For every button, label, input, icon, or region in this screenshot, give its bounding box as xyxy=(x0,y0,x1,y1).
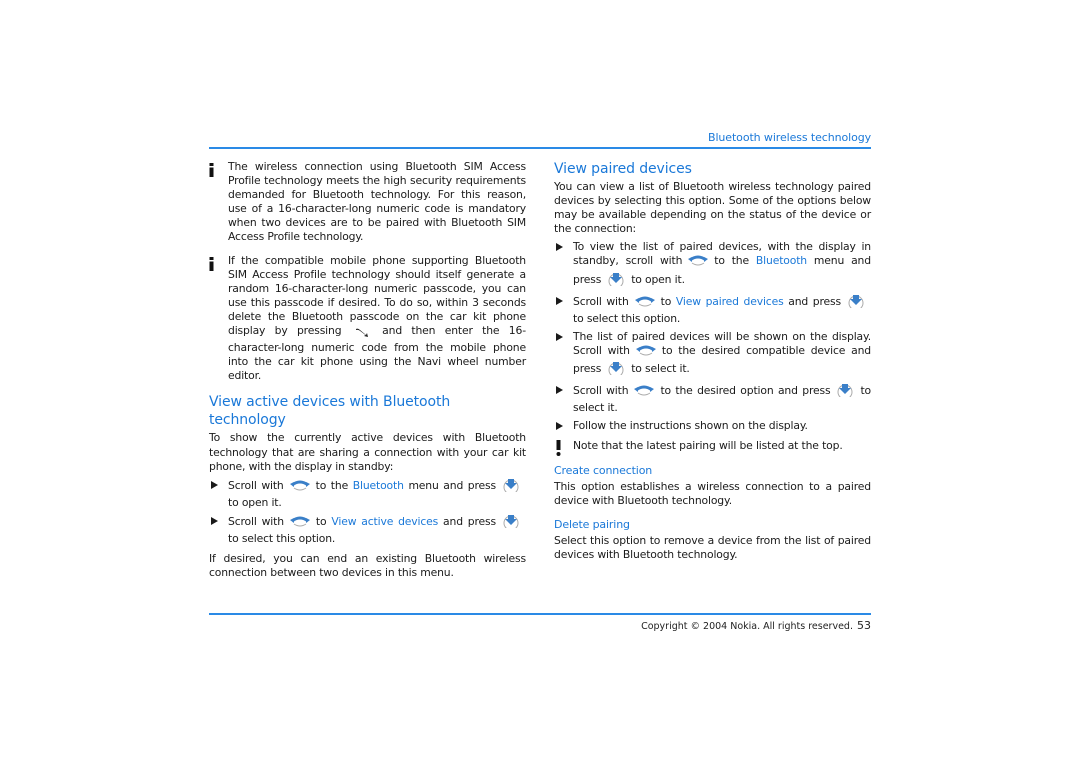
subsection-text: This option establishes a wireless conne… xyxy=(554,479,871,507)
bullet-arrow-icon xyxy=(556,296,563,305)
navi-wheel-scroll-icon xyxy=(289,516,310,532)
bullet-arrow-icon xyxy=(556,243,563,252)
navi-wheel-press-icon xyxy=(836,383,854,401)
step-item: Scroll with to the Bluetooth menu and pre… xyxy=(209,478,526,510)
bullet-arrow-icon xyxy=(211,516,218,525)
section-intro: You can view a list of Bluetooth wireles… xyxy=(554,180,871,236)
manual-page: Bluetooth wireless technology The wirele… xyxy=(0,0,1080,763)
bullet-arrow-icon xyxy=(556,386,563,395)
navi-wheel-scroll-icon xyxy=(289,480,310,496)
menu-link-bluetooth[interactable]: Bluetooth xyxy=(353,479,404,492)
subsection-text: Select this option to remove a device fr… xyxy=(554,533,871,561)
warning-note: Note that the latest pairing will be lis… xyxy=(554,439,871,457)
section-heading-paired-devices: View paired devices xyxy=(554,161,692,177)
navi-wheel-scroll-icon xyxy=(635,345,656,361)
step-item: Scroll with to the desired option and pre… xyxy=(554,383,871,415)
exclamation-icon xyxy=(556,440,561,460)
navi-wheel-press-icon xyxy=(607,361,625,379)
footer: Copyright © 2004 Nokia. All rights reser… xyxy=(641,619,871,632)
copyright-text: Copyright © 2004 Nokia. All rights reser… xyxy=(641,621,853,632)
info-note-text: The wireless connection using Bluetooth … xyxy=(228,160,526,244)
bullet-arrow-icon xyxy=(556,422,563,431)
header-rule xyxy=(209,147,871,149)
footer-rule xyxy=(209,613,871,615)
section-outro: If desired, you can end an existing Blue… xyxy=(209,552,526,580)
navi-wheel-scroll-icon xyxy=(634,296,655,312)
section-intro: To show the currently active devices wit… xyxy=(209,431,526,473)
step-item: Follow the instructions shown on the dis… xyxy=(554,419,871,433)
page-number: 53 xyxy=(857,619,871,632)
subsection-heading-delete-pairing: Delete pairing xyxy=(554,517,630,531)
info-note: If the compatible mobile phone supportin… xyxy=(209,254,526,384)
menu-link-view-active-devices[interactable]: View active devices xyxy=(331,515,438,528)
menu-link-bluetooth[interactable]: Bluetooth xyxy=(756,254,807,267)
info-icon xyxy=(209,256,214,271)
navi-wheel-scroll-icon xyxy=(688,255,709,271)
left-column: The wireless connection using Bluetooth … xyxy=(209,160,526,584)
step-item: Scroll with to View active devices and pr… xyxy=(209,514,526,546)
section-heading-active-devices: View active devices with Bluetooth techn… xyxy=(209,394,451,429)
navi-wheel-press-icon xyxy=(502,514,520,532)
info-icon xyxy=(209,163,214,177)
menu-link-view-paired-devices[interactable]: View paired devices xyxy=(676,295,784,308)
subsection-heading-create-connection: Create connection xyxy=(554,463,653,477)
right-column: View paired devices You can view a list … xyxy=(554,160,871,566)
step-item: The list of paired devices will be shown… xyxy=(554,330,871,379)
warning-text: Note that the latest pairing will be lis… xyxy=(573,439,843,453)
navi-wheel-press-icon xyxy=(502,478,520,496)
step-item: Scroll with to View paired devices and pr… xyxy=(554,294,871,326)
end-call-key-icon xyxy=(355,327,369,341)
navi-wheel-scroll-icon xyxy=(634,385,655,401)
bullet-arrow-icon xyxy=(556,332,563,341)
running-head: Bluetooth wireless technology xyxy=(708,131,871,144)
navi-wheel-press-icon xyxy=(847,294,865,312)
bullet-arrow-icon xyxy=(211,480,218,489)
info-note: The wireless connection using Bluetooth … xyxy=(209,160,526,245)
navi-wheel-press-icon xyxy=(607,272,625,290)
step-item: To view the list of paired devices, with… xyxy=(554,240,871,289)
